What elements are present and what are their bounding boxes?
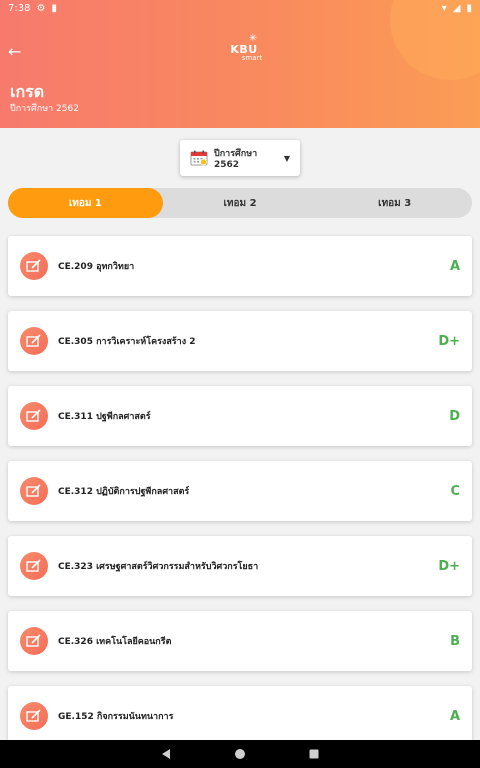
grade-value: C xyxy=(450,483,460,499)
settings-icon: ⚙ xyxy=(36,2,46,14)
edit-icon xyxy=(20,402,48,430)
system-nav-bar xyxy=(0,740,480,768)
term-tabs: เทอม 1 เทอม 2 เทอม 3 xyxy=(8,188,472,218)
edit-icon xyxy=(20,552,48,580)
sim-card-icon: ▮ xyxy=(51,2,57,14)
logo-subtext: smart xyxy=(241,54,263,62)
year-dropdown[interactable]: ปีการศึกษา 2562 ▼ xyxy=(180,140,300,176)
grade-value: A xyxy=(449,258,460,274)
tab-term-2[interactable]: เทอม 2 xyxy=(163,188,318,218)
tab-term-1[interactable]: เทอม 1 xyxy=(8,188,163,218)
edit-icon xyxy=(20,252,48,280)
edit-icon xyxy=(20,702,48,730)
status-time: 7:38 xyxy=(8,2,31,14)
grade-value: D+ xyxy=(438,558,460,574)
nav-home-icon[interactable] xyxy=(234,748,246,760)
course-card[interactable]: CE.312 ปฏิบัติการปฐพีกลศาสตร์ C xyxy=(8,461,472,521)
course-name: CE.312 ปฏิบัติการปฐพีกลศาสตร์ xyxy=(58,487,190,497)
edit-icon xyxy=(20,477,48,505)
wifi-icon: ▾ xyxy=(441,2,447,14)
calendar-icon xyxy=(190,150,208,166)
course-card[interactable]: CE.305 การวิเคราะห์โครงสร้าง 2 D+ xyxy=(8,311,472,371)
signal-icon: ◢ xyxy=(452,2,461,14)
course-card[interactable]: CE.209 อุทกวิทยา A xyxy=(8,236,472,296)
course-name: CE.305 การวิเคราะห์โครงสร้าง 2 xyxy=(58,337,196,347)
course-card[interactable]: CE.326 เทคโนโลยีคอนกรีต B xyxy=(8,611,472,671)
app-header: ← ✳ KBU smart เกรด ปีการศึกษา 2562 xyxy=(0,0,480,128)
tab-term-3[interactable]: เทอม 3 xyxy=(317,188,472,218)
course-name: GE.152 กิจกรรมนันทนาการ xyxy=(58,712,174,722)
chevron-down-icon: ▼ xyxy=(283,153,290,163)
edit-icon xyxy=(20,327,48,355)
edit-icon xyxy=(20,627,48,655)
course-card[interactable]: GE.152 กิจกรรมนันทนาการ A xyxy=(8,686,472,746)
course-name: CE.209 อุทกวิทยา xyxy=(58,262,135,272)
status-bar: 7:38 ⚙ ▮ ▾ ◢ ▮ xyxy=(0,0,480,16)
nav-recents-icon[interactable] xyxy=(308,748,320,760)
course-card[interactable]: CE.323 เศรษฐศาสตร์วิศวกรรมสำหรับวิศวกรโย… xyxy=(8,536,472,596)
grade-value: A xyxy=(449,708,460,724)
page-subtitle: ปีการศึกษา 2562 xyxy=(10,104,79,114)
kbu-smart-logo: ✳ KBU smart xyxy=(224,34,264,62)
grade-value: D+ xyxy=(438,333,460,349)
battery-icon: ▮ xyxy=(466,2,472,14)
grade-value: D xyxy=(449,408,460,424)
grade-value: B xyxy=(450,633,460,649)
year-label: ปีการศึกษา 2562 xyxy=(214,149,258,170)
nav-back-icon[interactable] xyxy=(160,748,172,760)
back-arrow-icon[interactable]: ← xyxy=(8,42,28,62)
course-name: CE.326 เทคโนโลยีคอนกรีต xyxy=(58,637,172,647)
course-name: CE.323 เศรษฐศาสตร์วิศวกรรมสำหรับวิศวกรโย… xyxy=(58,562,259,572)
course-name: CE.311 ปฐพีกลศาสตร์ xyxy=(58,412,151,422)
course-card[interactable]: CE.311 ปฐพีกลศาสตร์ D xyxy=(8,386,472,446)
